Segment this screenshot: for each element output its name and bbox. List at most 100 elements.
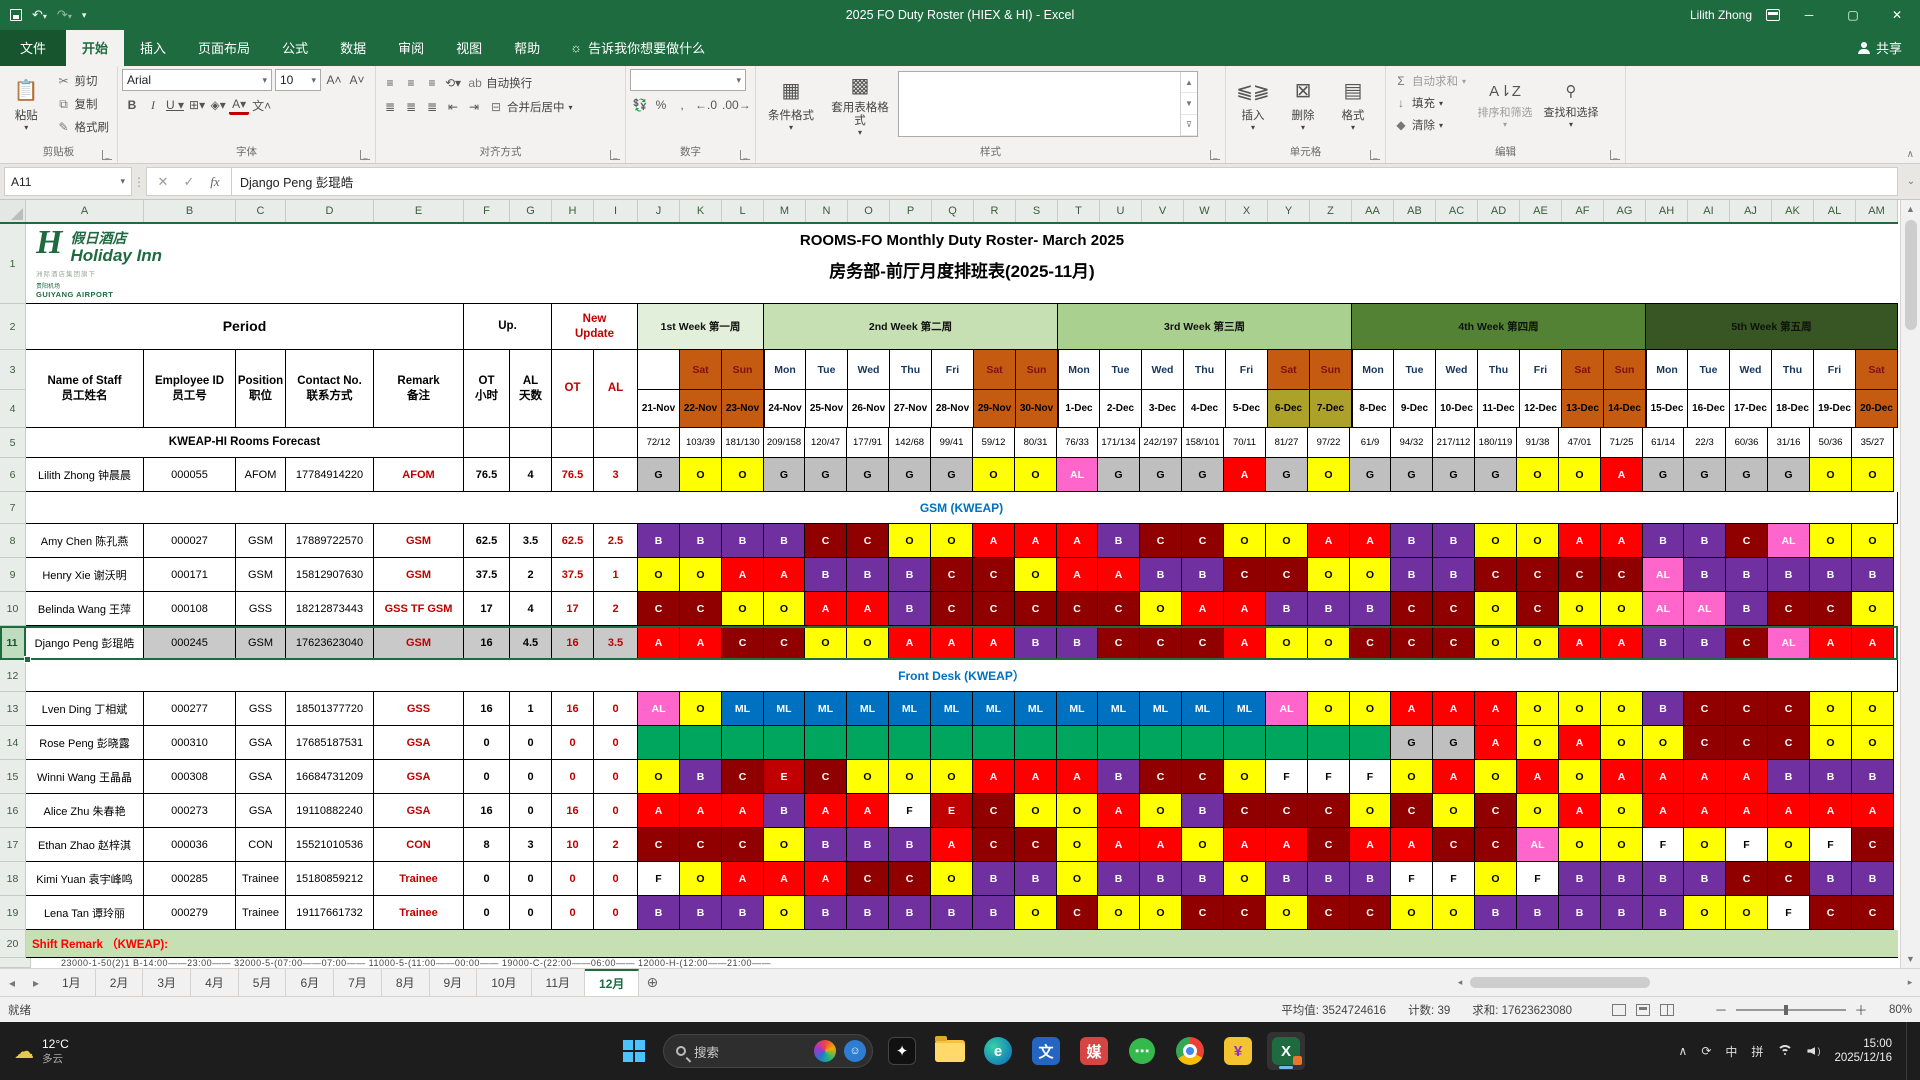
shift-cell[interactable]: B xyxy=(805,828,847,862)
shift-cell[interactable]: B xyxy=(889,896,931,930)
staff-remark-cell[interactable]: Trainee xyxy=(374,896,464,930)
shift-cell[interactable]: A xyxy=(1852,626,1894,660)
shift-cell[interactable]: B xyxy=(1349,592,1391,626)
shift-cell[interactable]: F xyxy=(889,794,931,828)
staff-ot-cell[interactable]: 16 xyxy=(464,794,510,828)
forecast-cell[interactable]: 22/3 xyxy=(1684,428,1726,458)
row-header-7[interactable]: 7 xyxy=(0,492,26,524)
staff-ot2-cell[interactable]: 16 xyxy=(552,626,594,660)
shift-cell[interactable]: ML xyxy=(931,692,973,726)
ribbon-tab-7[interactable]: 视图 xyxy=(440,30,498,66)
shift-cell[interactable]: F xyxy=(638,862,680,896)
shift-cell[interactable]: O xyxy=(805,626,847,660)
horizontal-scroll-thumb[interactable] xyxy=(1470,977,1650,988)
shift-cell[interactable]: C xyxy=(1475,828,1517,862)
shift-cell[interactable]: AL xyxy=(1768,524,1810,558)
shift-cell[interactable]: O xyxy=(931,760,973,794)
shift-cell[interactable]: ML xyxy=(805,692,847,726)
shift-cell[interactable]: A xyxy=(847,592,889,626)
shift-cell[interactable]: C xyxy=(1559,558,1601,592)
shift-cell[interactable] xyxy=(722,726,764,760)
sheet-nav-right-icon[interactable]: ▸ xyxy=(24,969,48,996)
shift-cell[interactable]: B xyxy=(1266,592,1308,626)
shift-cell[interactable] xyxy=(1098,726,1140,760)
shift-cell[interactable]: B xyxy=(1684,862,1726,896)
shift-cell[interactable]: C xyxy=(1266,794,1308,828)
shift-cell[interactable]: B xyxy=(1308,592,1350,626)
align-top-0-icon[interactable]: ≡ xyxy=(380,73,400,93)
staff-pos-cell[interactable]: GSS xyxy=(236,692,286,726)
shift-cell[interactable]: A xyxy=(1224,458,1266,492)
shift-cell[interactable]: O xyxy=(1015,458,1057,492)
shift-cell[interactable]: B xyxy=(1266,862,1308,896)
shift-cell[interactable]: C xyxy=(847,862,889,896)
shift-cell[interactable]: O xyxy=(638,760,680,794)
shift-cell[interactable]: A xyxy=(1056,524,1098,558)
shift-cell[interactable]: C xyxy=(1768,726,1810,760)
shift-cell[interactable]: A xyxy=(1768,794,1810,828)
staff-contact-cell[interactable]: 15812907630 xyxy=(286,558,374,592)
shift-cell[interactable]: A xyxy=(680,626,722,660)
shift-cell[interactable]: O xyxy=(1056,862,1098,896)
shift-cell[interactable]: A xyxy=(1349,828,1391,862)
shift-cell[interactable]: O xyxy=(1726,896,1768,930)
sheet-tab-5月[interactable]: 5月 xyxy=(238,969,287,996)
shift-cell[interactable]: O xyxy=(1349,794,1391,828)
shift-cell[interactable]: C xyxy=(1433,828,1475,862)
shift-cell[interactable]: A xyxy=(973,524,1015,558)
shift-cell[interactable]: G xyxy=(1684,458,1726,492)
shift-cell[interactable]: A xyxy=(722,862,764,896)
shift-cell[interactable]: B xyxy=(1810,760,1852,794)
decrease-indent-icon[interactable]: ⇤ xyxy=(443,97,463,117)
shift-cell[interactable]: A xyxy=(1684,794,1726,828)
save-icon[interactable] xyxy=(10,9,22,21)
shift-cell[interactable]: C xyxy=(1015,828,1057,862)
shift-cell[interactable]: O xyxy=(1852,726,1894,760)
gallery-down-icon[interactable]: ▼ xyxy=(1181,93,1197,115)
shift-cell[interactable]: O xyxy=(1475,862,1517,896)
font-size-select[interactable]: 10 ▾ xyxy=(275,69,321,91)
shift-cell[interactable] xyxy=(680,726,722,760)
shift-cell[interactable]: A xyxy=(805,592,847,626)
ribbon-tab-3[interactable]: 页面布局 xyxy=(182,30,266,66)
shift-cell[interactable]: B xyxy=(1349,862,1391,896)
shift-cell[interactable]: G xyxy=(1098,458,1140,492)
shift-cell[interactable]: B xyxy=(1015,626,1057,660)
shift-cell[interactable]: G xyxy=(1391,726,1433,760)
shift-cell[interactable]: B xyxy=(1056,626,1098,660)
column-header-V[interactable]: V xyxy=(1142,200,1184,222)
shift-cell[interactable]: A xyxy=(1140,828,1182,862)
shift-cell[interactable]: A xyxy=(847,794,889,828)
staff-pos-cell[interactable]: CON xyxy=(236,828,286,862)
column-header-I[interactable]: I xyxy=(594,200,638,222)
bold-icon[interactable]: B xyxy=(122,95,142,115)
staff-al2-cell[interactable]: 0 xyxy=(594,896,638,930)
scroll-up-icon[interactable]: ▲ xyxy=(1906,200,1915,218)
column-header-H[interactable]: H xyxy=(552,200,594,222)
shift-cell[interactable]: O xyxy=(1015,794,1057,828)
ime-mode[interactable]: 中 xyxy=(1725,1043,1737,1060)
staff-ot2-cell[interactable]: 10 xyxy=(552,828,594,862)
column-header-D[interactable]: D xyxy=(286,200,374,222)
staff-contact-cell[interactable]: 19110882240 xyxy=(286,794,374,828)
shift-cell[interactable]: G xyxy=(1433,726,1475,760)
forecast-cell[interactable]: 142/68 xyxy=(889,428,931,458)
staff-pos-cell[interactable]: GSA xyxy=(236,794,286,828)
staff-ot-cell[interactable]: 62.5 xyxy=(464,524,510,558)
staff-contact-cell[interactable]: 17784914220 xyxy=(286,458,374,492)
shift-cell[interactable]: B xyxy=(1098,862,1140,896)
taskbar-weather-widget[interactable]: ☁ 12°C 多云 xyxy=(0,1037,170,1066)
staff-id-cell[interactable]: 000245 xyxy=(144,626,236,660)
shift-cell[interactable]: O xyxy=(1433,896,1475,930)
edge-browser-icon[interactable]: e xyxy=(979,1032,1017,1070)
vertical-scroll-thumb[interactable] xyxy=(1904,220,1917,330)
staff-name-cell[interactable]: Rose Peng 彭晓露 xyxy=(26,726,144,760)
shift-cell[interactable]: AL xyxy=(1056,458,1098,492)
shift-cell[interactable]: O xyxy=(1433,794,1475,828)
shift-cell[interactable]: O xyxy=(1517,692,1559,726)
staff-ot2-cell[interactable]: 37.5 xyxy=(552,558,594,592)
forecast-cell[interactable]: 97/22 xyxy=(1308,428,1350,458)
fill-handle[interactable] xyxy=(24,656,31,663)
sheet-tab-6月[interactable]: 6月 xyxy=(286,969,335,996)
sort-filter-button[interactable]: A⇂Z 排序和筛选 ▾ xyxy=(1474,69,1536,141)
